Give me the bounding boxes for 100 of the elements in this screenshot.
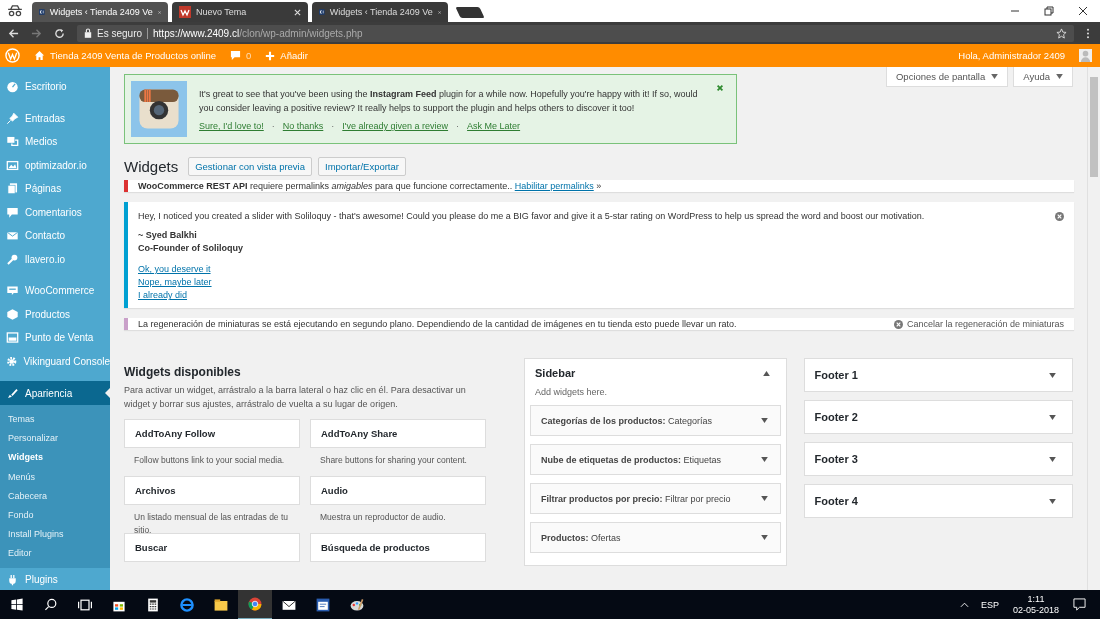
site-logo-icon bbox=[319, 6, 325, 18]
close-icon[interactable] bbox=[1078, 6, 1088, 16]
link-separator: · bbox=[331, 121, 335, 131]
placed-widget[interactable]: Productos: Ofertas bbox=[530, 522, 781, 553]
w-logo-icon bbox=[179, 6, 191, 18]
notice-link[interactable]: Sure, I'd love to! bbox=[199, 121, 264, 131]
menu-icon[interactable] bbox=[1086, 27, 1090, 39]
restore-icon[interactable] bbox=[1044, 6, 1054, 16]
placed-widget[interactable]: Categorías de los productos: Categorías bbox=[530, 405, 781, 436]
image-icon bbox=[6, 158, 19, 172]
media-icon bbox=[6, 135, 19, 149]
submenu-item[interactable]: Temas bbox=[0, 410, 110, 430]
menu-item[interactable]: Escritorio bbox=[0, 75, 110, 99]
submenu-item[interactable]: Menús bbox=[0, 467, 110, 487]
gauge-icon bbox=[6, 80, 19, 94]
language-indicator[interactable]: ESP bbox=[980, 599, 999, 610]
notice-text: It's great to see that you've been using the Instagram Feed plugin for a while now. Hopefully you're happy with it! If so, would you consider leaving a positive review? It really helps to support the plugin and helps others to discover it too! bbox=[199, 88, 699, 115]
widget-description: Share buttons for sharing your content. bbox=[320, 454, 468, 467]
notice-link[interactable]: Ok, you deserve it bbox=[138, 263, 1064, 277]
site-logo-icon bbox=[39, 6, 45, 18]
address-bar[interactable]: Es seguro https://www.2409.cl/clon/wp-admin/widgets.php bbox=[77, 24, 1074, 42]
signature-line: Co-Founder of Soliloquy bbox=[138, 242, 244, 256]
dismiss-icon[interactable] bbox=[1055, 211, 1064, 221]
submenu-item[interactable]: Cabecera bbox=[0, 486, 110, 506]
notice-link[interactable]: No thanks bbox=[282, 121, 324, 131]
plus-icon bbox=[265, 50, 276, 61]
star-icon[interactable] bbox=[1056, 27, 1067, 39]
cancel-link[interactable]: Cancelar la regeneración de miniaturas bbox=[893, 319, 1064, 330]
widget-item[interactable]: Buscar bbox=[124, 533, 300, 562]
reload-icon[interactable] bbox=[54, 27, 65, 39]
menu-item[interactable]: Plugins bbox=[0, 567, 110, 590]
dismiss-icon[interactable] bbox=[716, 84, 724, 92]
key-icon bbox=[6, 252, 19, 266]
browser-tab[interactable]: Widgets ‹ Tienda 2409 Ve bbox=[32, 2, 168, 22]
screen-meta-button[interactable]: Opciones de pantalla bbox=[885, 67, 1009, 87]
widget-item[interactable]: Archivos bbox=[124, 476, 300, 505]
clock-time[interactable]: 1:11 bbox=[1027, 593, 1045, 605]
section-description: Para activar un widget, arrástralo a la barra lateral o haz clic en él. Para desactivar un widget y borrar sus ajustes, arrástralo de vuelta a su lugar de origen. bbox=[124, 384, 467, 411]
notice-link[interactable]: Ask Me Later bbox=[467, 121, 521, 131]
caret-icon bbox=[760, 457, 768, 462]
menu-item[interactable]: Entradas bbox=[0, 106, 110, 130]
widget-item[interactable]: AddToAny Share bbox=[310, 419, 486, 448]
incognito-icon bbox=[6, 5, 24, 17]
menu-item[interactable]: Punto de Venta bbox=[0, 326, 110, 350]
browser-tab[interactable]: Widgets ‹ Tienda 2409 Ve bbox=[312, 2, 448, 22]
submenu-item[interactable]: Widgets bbox=[0, 448, 110, 468]
menu-item[interactable]: WooCommerce bbox=[0, 279, 110, 303]
submenu-item[interactable]: Install Plugins bbox=[0, 525, 110, 545]
widget-area-header[interactable]: Footer 4 bbox=[804, 485, 1072, 517]
submenu-item[interactable]: Fondo bbox=[0, 505, 110, 526]
widget-area-header[interactable]: Footer 2 bbox=[804, 401, 1072, 433]
menu-item[interactable]: Apariencia bbox=[0, 381, 110, 405]
menu-item[interactable]: Páginas bbox=[0, 177, 110, 201]
section-title: Widgets disponibles bbox=[124, 365, 242, 379]
menu-item[interactable]: Vikinguard Console bbox=[0, 349, 110, 373]
submenu-item[interactable]: Personalizar bbox=[0, 429, 110, 449]
notice-text: La regeneración de miniaturas se está ejecutando en segundo plano. Dependiendo de la cantidad de imágenes en tu tienda esto puede llevar un rato. bbox=[138, 319, 737, 330]
caret-icon bbox=[1056, 74, 1063, 79]
notice-link[interactable]: I already did bbox=[138, 289, 1064, 303]
area-description: Add widgets here. bbox=[535, 387, 609, 397]
widget-item[interactable]: Búsqueda de productos bbox=[310, 533, 486, 562]
caret-icon bbox=[760, 418, 768, 423]
new-tab-button[interactable] bbox=[455, 7, 485, 18]
screen-meta-button[interactable]: Ayuda bbox=[1013, 67, 1073, 87]
menu-item[interactable]: optimizador.io bbox=[0, 153, 110, 177]
scrollbar-thumb[interactable] bbox=[1090, 77, 1098, 177]
forward-arrow-icon[interactable] bbox=[31, 27, 42, 39]
speech-bubble-icon bbox=[6, 205, 19, 219]
signature-line: ~ Syed Balkhi bbox=[138, 229, 198, 243]
notice-text: WooCommerce REST API requiere permalinks amigables para que funcione correctamente.. Habilitar permalinks » bbox=[138, 181, 602, 192]
page-action-button[interactable]: Importar/Exportar bbox=[318, 157, 406, 176]
link-separator: · bbox=[456, 121, 460, 131]
notice-link[interactable]: Habilitar permalinks bbox=[514, 181, 594, 192]
page-action-button[interactable]: Gestionar con vista previa bbox=[188, 157, 313, 176]
link-separator: · bbox=[271, 121, 275, 131]
widget-item[interactable]: Audio bbox=[310, 476, 486, 505]
submenu-item[interactable]: Editor bbox=[0, 544, 110, 564]
widget-area-header[interactable]: Footer 3 bbox=[804, 443, 1072, 475]
notification-icon[interactable] bbox=[1073, 598, 1086, 611]
widget-item[interactable]: AddToAny Follow bbox=[124, 419, 300, 448]
widget-area-header[interactable]: Sidebar bbox=[525, 359, 786, 387]
menu-item[interactable]: Contacto bbox=[0, 224, 110, 248]
placed-widget[interactable]: Nube de etiquetas de productos: Etiquetas bbox=[530, 444, 781, 475]
clock-date[interactable]: 02-05-2018 bbox=[1012, 604, 1059, 616]
menu-item[interactable]: Productos bbox=[0, 302, 110, 326]
register-icon bbox=[6, 331, 19, 345]
back-arrow-icon[interactable] bbox=[8, 27, 19, 39]
menu-item[interactable]: Medios bbox=[0, 130, 110, 154]
menu-item[interactable]: Comentarios bbox=[0, 200, 110, 224]
speech-bubble-icon bbox=[230, 50, 242, 61]
placed-widget[interactable]: Filtrar productos por precio: Filtrar por precio bbox=[530, 483, 781, 514]
browser-tab[interactable]: Nuevo Tema bbox=[172, 2, 308, 22]
caret-up-icon[interactable] bbox=[959, 601, 969, 608]
url-text: https://www.2409.cl/clon/wp-admin/widgets.php bbox=[153, 27, 363, 39]
chrome-icon[interactable] bbox=[238, 589, 272, 619]
notice-link[interactable]: I've already given a review bbox=[342, 121, 449, 131]
menu-item[interactable]: llavero.io bbox=[0, 247, 110, 271]
widget-area-header[interactable]: Footer 1 bbox=[804, 359, 1072, 391]
security-label: Es seguro bbox=[97, 27, 143, 39]
notice-link[interactable]: Nope, maybe later bbox=[138, 276, 1064, 290]
